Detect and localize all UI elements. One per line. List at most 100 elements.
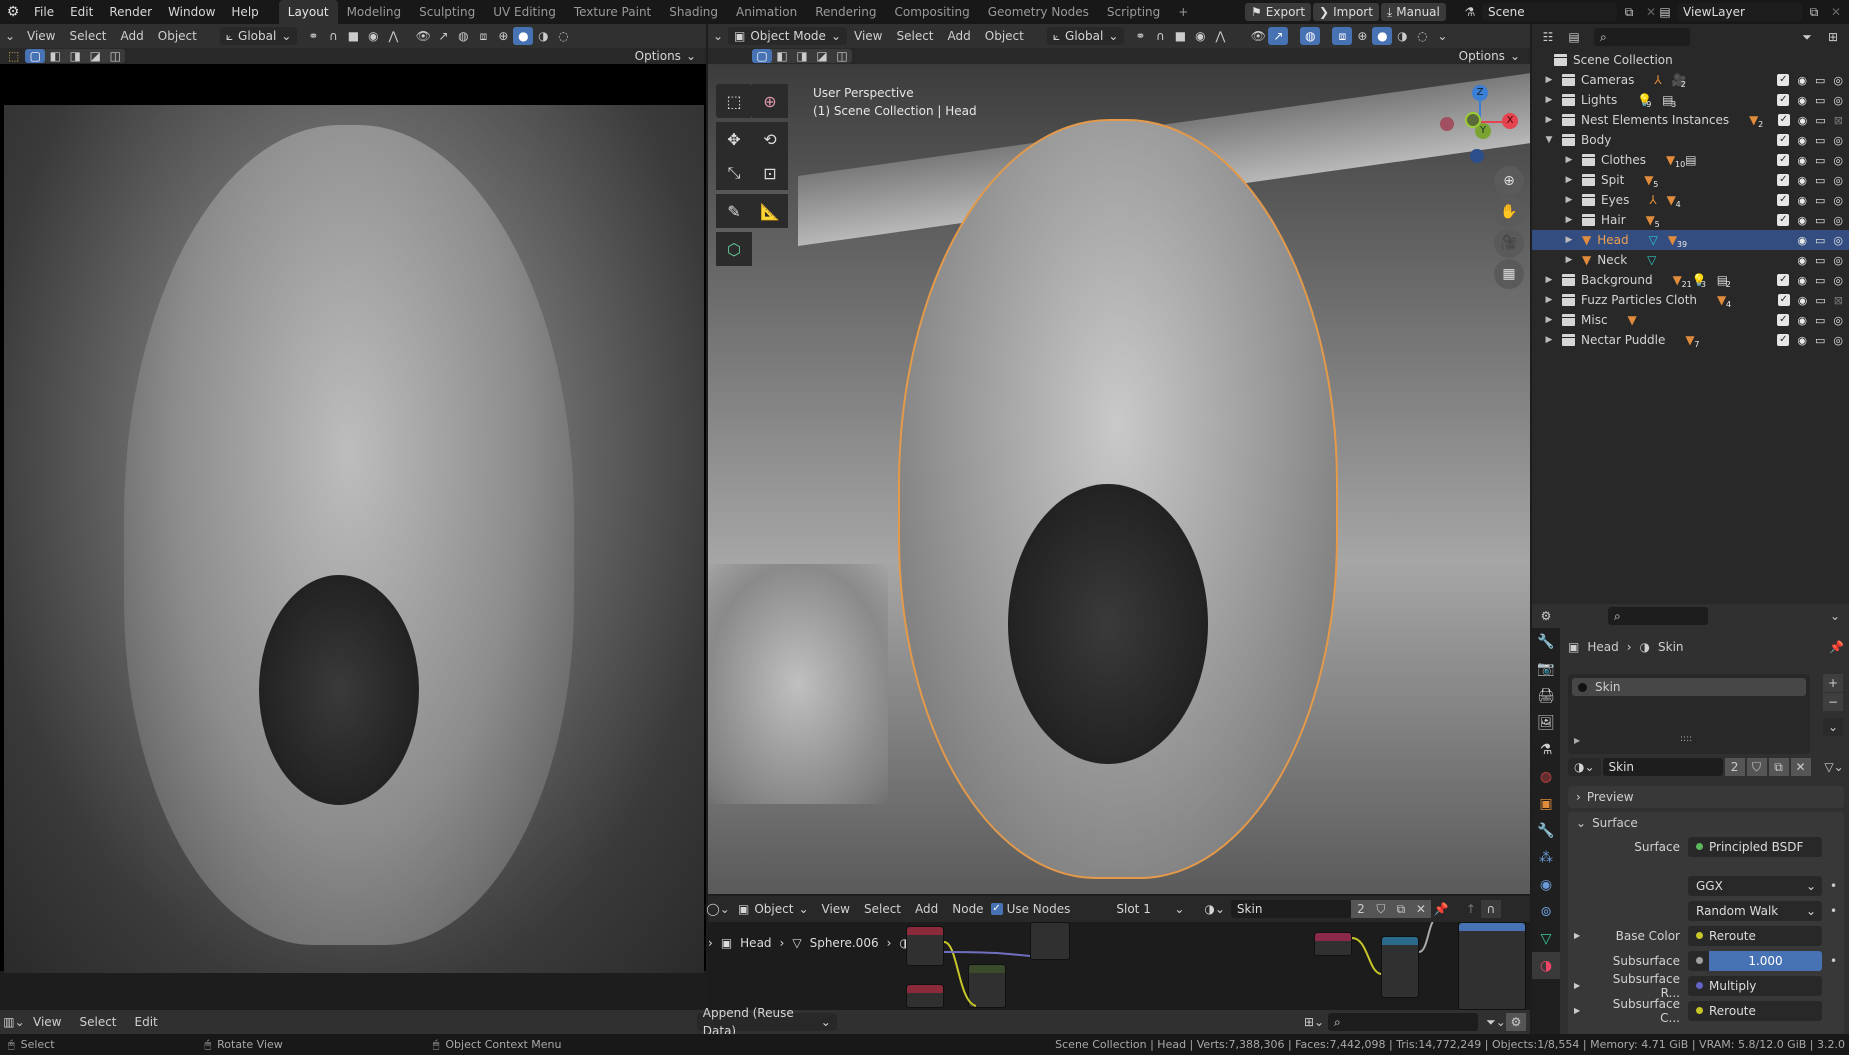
- outliner-item[interactable]: ▶ Cameras ⅄ 🎥 2 ✓ ◉ ▭ ◎: [1532, 70, 1849, 90]
- tab-layout[interactable]: Layout: [278, 0, 338, 24]
- rendered-shading-icon[interactable]: ◌: [553, 27, 573, 45]
- light-icon[interactable]: 💡 3: [1692, 273, 1707, 289]
- eye-icon[interactable]: ◉: [1797, 234, 1807, 247]
- monitor-icon[interactable]: ▭: [1815, 294, 1825, 307]
- mesh-icon[interactable]: ▼ 10: [1666, 153, 1685, 169]
- scene-icon[interactable]: ⚗: [1460, 3, 1480, 21]
- fb-menu-edit[interactable]: Edit: [126, 1015, 167, 1029]
- object-tab-icon[interactable]: ▣: [1532, 790, 1560, 817]
- zoom-icon[interactable]: ⊕: [1494, 166, 1524, 196]
- expand-icon[interactable]: ▶: [1562, 255, 1576, 265]
- particles-tab-icon[interactable]: ⁂: [1532, 844, 1560, 871]
- add-cube-tool[interactable]: ⬡: [716, 232, 752, 266]
- eye-icon[interactable]: ◉: [1797, 214, 1807, 227]
- mesh-icon[interactable]: ▼ 39: [1668, 233, 1687, 249]
- outliner-item[interactable]: ▶ Nest Elements Instances ▼ 2 ✓ ◉ ▭ ⊠: [1532, 110, 1849, 130]
- outliner-item[interactable]: ▶ Clothes ▼ 10 ▤ ✓ ◉ ▭ ◎: [1532, 150, 1849, 170]
- menu-window[interactable]: Window: [160, 0, 223, 24]
- vertex-data-icon[interactable]: ▽: [1649, 233, 1658, 247]
- render-camera-icon[interactable]: ◎: [1833, 74, 1843, 87]
- snap-icon[interactable]: ∩: [323, 27, 343, 45]
- render-camera-icon[interactable]: ◎: [1833, 214, 1843, 227]
- snap-icon[interactable]: ∩: [1150, 27, 1170, 45]
- mesh-icon[interactable]: ▼ 4: [1667, 193, 1681, 209]
- falloff-icon[interactable]: ⋀: [1210, 27, 1230, 45]
- scene-tab-icon[interactable]: ⚗: [1532, 736, 1560, 763]
- expand-icon[interactable]: ▶: [1562, 175, 1576, 185]
- world-tab-icon[interactable]: ◍: [1532, 763, 1560, 790]
- unlink-icon[interactable]: ✕: [1790, 758, 1811, 776]
- overlay-icon[interactable]: ◍: [453, 27, 473, 45]
- wireframe-shading-icon[interactable]: ⊕: [1352, 27, 1372, 45]
- expand-icon[interactable]: ▶: [1562, 155, 1576, 165]
- link-mode-icon[interactable]: ▽⌄: [1824, 758, 1844, 776]
- cursor-tool[interactable]: ⊕: [752, 84, 788, 118]
- new-viewlayer-icon[interactable]: ⧉: [1804, 3, 1824, 21]
- preview-panel[interactable]: › Preview: [1568, 786, 1844, 808]
- expand-icon[interactable]: ▶: [1542, 295, 1556, 305]
- monitor-icon[interactable]: ▭: [1815, 154, 1825, 167]
- fake-user-icon[interactable]: ⛉: [1746, 758, 1767, 776]
- mode-subtract-icon[interactable]: ◨: [792, 49, 812, 63]
- exclude-checkbox[interactable]: ✓: [1777, 113, 1790, 126]
- outliner-item[interactable]: ▶▼Head▽▼39✓◉▭◎: [1532, 230, 1849, 250]
- outliner-item[interactable]: ▶ Background ▼ 21 💡 3 ▤ 2 ✓ ◉ ▭ ◎: [1532, 270, 1849, 290]
- empty-icon[interactable]: ⅄: [1654, 73, 1661, 87]
- render-camera-icon[interactable]: ◎: [1833, 94, 1843, 107]
- mode-subtract-icon[interactable]: ◨: [65, 49, 85, 63]
- mode-invert-icon[interactable]: ◪: [85, 49, 105, 63]
- keyframe-icon[interactable]: •: [1830, 904, 1837, 918]
- solid-shading-icon[interactable]: ●: [1372, 27, 1393, 45]
- eye-icon[interactable]: ◉: [1797, 74, 1807, 87]
- menu-select[interactable]: Select: [889, 29, 940, 43]
- manual-button[interactable]: ⤓ Manual: [1380, 3, 1446, 21]
- tab-geometry-nodes[interactable]: Geometry Nodes: [979, 0, 1098, 24]
- outliner-display-mode-icon[interactable]: ☷: [1538, 28, 1558, 46]
- expand-icon[interactable]: ▶: [1542, 75, 1556, 85]
- view-layer-filter-icon[interactable]: ▤: [1564, 28, 1584, 46]
- editor-type-icon[interactable]: ⚙: [1536, 607, 1556, 625]
- material-name-field[interactable]: Skin: [1602, 758, 1723, 776]
- monitor-icon[interactable]: ▭: [1815, 194, 1825, 207]
- render-camera-icon[interactable]: ◎: [1833, 234, 1843, 247]
- menu-edit[interactable]: Edit: [62, 0, 101, 24]
- fb-menu-select[interactable]: Select: [70, 1015, 125, 1029]
- render-camera-icon[interactable]: ◎: [1833, 274, 1843, 287]
- main-options-dropdown[interactable]: Options ⌄: [1452, 48, 1526, 64]
- main-viewport[interactable]: [708, 64, 1530, 894]
- property-dropdown[interactable]: GGX ⌄: [1688, 875, 1822, 896]
- editor-type-dropdown[interactable]: ⌄: [708, 27, 728, 45]
- render-camera-icon[interactable]: ◎: [1833, 334, 1843, 347]
- expand-icon[interactable]: ▶: [1542, 115, 1556, 125]
- proportional-edit-icon[interactable]: ◉: [1190, 27, 1210, 45]
- left-orientation-dropdown[interactable]: ⟀ Global ⌄: [219, 27, 298, 45]
- eye-icon[interactable]: ◉: [1797, 194, 1807, 207]
- node-material-browse[interactable]: ◑⌄: [1198, 900, 1231, 918]
- eye-icon[interactable]: ◉: [1797, 134, 1807, 147]
- eye-icon[interactable]: ◉: [1797, 274, 1807, 287]
- monitor-icon[interactable]: ▭: [1815, 94, 1825, 107]
- menu-add[interactable]: Add: [941, 29, 978, 43]
- monitor-icon[interactable]: ▭: [1815, 114, 1825, 127]
- mode-dropdown[interactable]: ▣ Object Mode ⌄: [728, 27, 847, 45]
- light-icon[interactable]: 💡 9: [1637, 93, 1652, 109]
- monitor-icon[interactable]: ▭: [1815, 134, 1825, 147]
- property-link-field[interactable]: Reroute: [1688, 925, 1822, 946]
- tab-modeling[interactable]: Modeling: [338, 0, 411, 24]
- tab-shading[interactable]: Shading: [660, 0, 727, 24]
- render-camera-icon[interactable]: ◎: [1833, 314, 1843, 327]
- render-camera-icon[interactable]: ⊠: [1834, 114, 1843, 127]
- outliner-item[interactable]: ▶ Lights 💡 9 ▤ 3 ✓ ◉ ▭ ◎: [1532, 90, 1849, 110]
- expand-icon[interactable]: ▶: [1574, 981, 1584, 990]
- tab-sculpting[interactable]: Sculpting: [410, 0, 484, 24]
- tab-animation[interactable]: Animation: [727, 0, 806, 24]
- export-button[interactable]: ⚑ Export: [1245, 3, 1312, 21]
- expand-icon[interactable]: ▶: [1562, 195, 1576, 205]
- gizmo-neg-y[interactable]: [1465, 112, 1481, 128]
- exclude-checkbox[interactable]: ✓: [1777, 73, 1790, 86]
- render-camera-icon[interactable]: ◎: [1833, 154, 1843, 167]
- material-shading-icon[interactable]: ◑: [533, 27, 553, 45]
- remove-slot-icon[interactable]: −: [1823, 693, 1843, 711]
- properties-search-input[interactable]: ⌕: [1608, 607, 1708, 625]
- measure-tool[interactable]: 📐: [752, 194, 788, 228]
